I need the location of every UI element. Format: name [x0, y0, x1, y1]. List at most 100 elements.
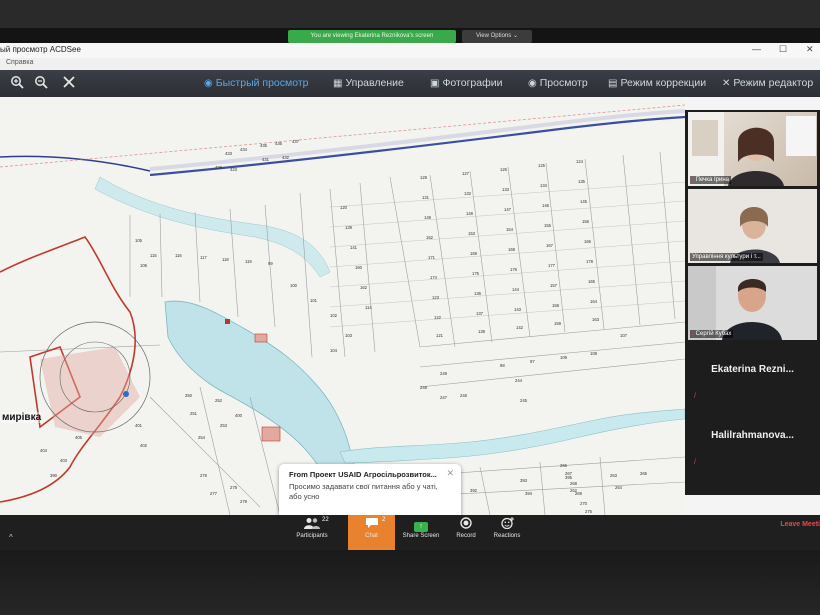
participants-label: Participants [296, 533, 328, 539]
parcel-number: 393 [520, 478, 528, 483]
parcel-highlight [261, 426, 281, 442]
name-only-tile[interactable]: Ekaterina Rezni... / [688, 344, 817, 402]
participants-count: 22 [322, 517, 329, 523]
close-icon[interactable]: ✕ [446, 468, 454, 479]
mode-edit[interactable]: ✕ Режим редактор [722, 77, 813, 91]
parcel-number: 169 [470, 251, 478, 256]
window-title: ый просмотр ACDSee [0, 45, 81, 54]
mode-label: Быстрый просмотр [215, 77, 309, 89]
reactions-label: Reactions [493, 533, 521, 539]
zoom-in-icon[interactable] [10, 75, 24, 89]
parcel-number: 154 [506, 227, 514, 232]
monitor-bezel [0, 550, 820, 615]
record-button[interactable]: Record [452, 517, 480, 549]
video-tile[interactable]: / Сергій Кубах [688, 266, 817, 340]
zoom-out-icon[interactable] [34, 75, 48, 89]
cadastral-map-image[interactable]: 433 434 435 436 437 429 423 431 432 128 131 149 152 1… [0, 97, 685, 515]
parcel-number: 127 [462, 171, 470, 176]
parcel-number: 115 [150, 253, 157, 258]
parcel-number: 177 [548, 263, 556, 268]
parcel-number: 153 [468, 231, 476, 236]
mode-photos[interactable]: ▣ Фотографии [430, 77, 502, 91]
photo-of-monitor: You are viewing Ekaterina Reznikova's sc… [0, 0, 820, 615]
parcel-number: 105 [135, 238, 143, 243]
muted-mic-icon: / [692, 177, 694, 183]
parcel-number: 279 [240, 499, 248, 504]
participant-video [688, 266, 817, 340]
top-bezel [0, 0, 820, 28]
video-tile[interactable]: / Печка Ірина [688, 112, 817, 186]
parcel-number: 152 [426, 235, 434, 240]
parcel-number: 268 [570, 481, 578, 486]
muted-mic-icon: / [692, 331, 694, 337]
river-shape [339, 408, 685, 464]
railway-line [0, 104, 685, 168]
parcel-number: 159 [554, 321, 562, 326]
parcel-number: 138 [478, 329, 486, 334]
chevron-up-icon[interactable]: ^ [9, 533, 13, 542]
mode-label: Просмотр [539, 77, 588, 89]
leave-meeting-button[interactable]: Leave Meeti [780, 521, 820, 528]
mode-view[interactable]: ◉ Просмотр [528, 77, 588, 91]
chat-notification[interactable]: From Проект USAID Агросільрозвиток... Пр… [279, 464, 461, 520]
mode-label: Управление [345, 77, 404, 89]
parcel-number: 97 [530, 359, 535, 364]
video-tile[interactable]: Управління культури і т... [688, 189, 817, 263]
parcel-number: 434 [240, 147, 248, 152]
photos-icon: ▣ [430, 78, 440, 89]
mode-develop[interactable]: ▤ Режим коррекции [608, 77, 706, 91]
reactions-button[interactable]: Reactions [489, 517, 525, 549]
road-buffer [149, 109, 685, 171]
parcel-number: 423 [230, 167, 238, 172]
parcel-number: 267 [565, 471, 573, 476]
parcel-number: 158 [552, 303, 560, 308]
parcel-number: 178 [586, 259, 594, 264]
record-label: Record [456, 533, 476, 539]
parcel-number: 253 [220, 423, 228, 428]
parcel-number: 162 [360, 285, 368, 290]
parcel-number: 119 [245, 259, 252, 264]
share-screen-button[interactable]: ↑ Share Screen [398, 517, 444, 549]
participants-button[interactable]: 22 Participants [290, 517, 334, 549]
parcel-number: 174 [430, 275, 438, 280]
mode-manage[interactable]: ▦ Управление [333, 77, 404, 91]
tools-icon: ✕ [722, 78, 731, 89]
menu-item-help[interactable]: Справка [6, 59, 33, 66]
parcel-number: 432 [282, 155, 290, 160]
parcel-number: 117 [200, 255, 207, 260]
meeting-control-bar: ^ 22 Participants 2 Chat ↑ Share Screen … [0, 515, 820, 550]
chat-bubble-icon [348, 517, 395, 533]
parcel-number: 149 [424, 215, 432, 220]
parcel-number: 133 [502, 187, 510, 192]
parcel-number: 116 [175, 253, 182, 258]
view-options-button[interactable]: View Options ⌄ [462, 30, 532, 43]
mode-quick-view[interactable]: ◉ Быстрый просмотр [204, 77, 309, 91]
parcel-number: 108 [590, 351, 598, 356]
name-only-tile[interactable]: Halilrahmanova... / [688, 410, 817, 468]
parcel-number: 155 [544, 223, 552, 228]
parcel-number: 401 [135, 423, 143, 428]
parcel-number: 435 [260, 143, 268, 148]
chat-button[interactable]: 2 Chat [348, 515, 395, 550]
parcel-highlight [254, 333, 268, 343]
map-drawing: 433 434 435 436 437 429 423 431 432 128 131 149 152 1… [0, 104, 685, 515]
parcel-number: 139 [345, 225, 353, 230]
parcel-number: 121 [436, 333, 444, 338]
close-icon[interactable] [62, 75, 76, 89]
minimize-button[interactable]: — [752, 44, 761, 54]
parcel-number: 145 [580, 199, 588, 204]
parcel-number: 147 [504, 207, 512, 212]
parcel-number: 102 [330, 313, 338, 318]
parcel-number: 269 [575, 491, 583, 496]
parcel-rows [329, 181, 685, 328]
parcel-number: 141 [350, 245, 358, 250]
parcel-number: 168 [508, 247, 516, 252]
close-window-button[interactable]: ✕ [806, 44, 814, 55]
parcel-number: 402 [140, 443, 148, 448]
parcel-number: 123 [432, 295, 440, 300]
parcel-number: 125 [538, 163, 546, 168]
maximize-button[interactable]: ☐ [779, 44, 787, 55]
parcel-number: 103 [345, 333, 353, 338]
participant-video [688, 189, 817, 263]
eye-icon: ◉ [528, 78, 537, 89]
